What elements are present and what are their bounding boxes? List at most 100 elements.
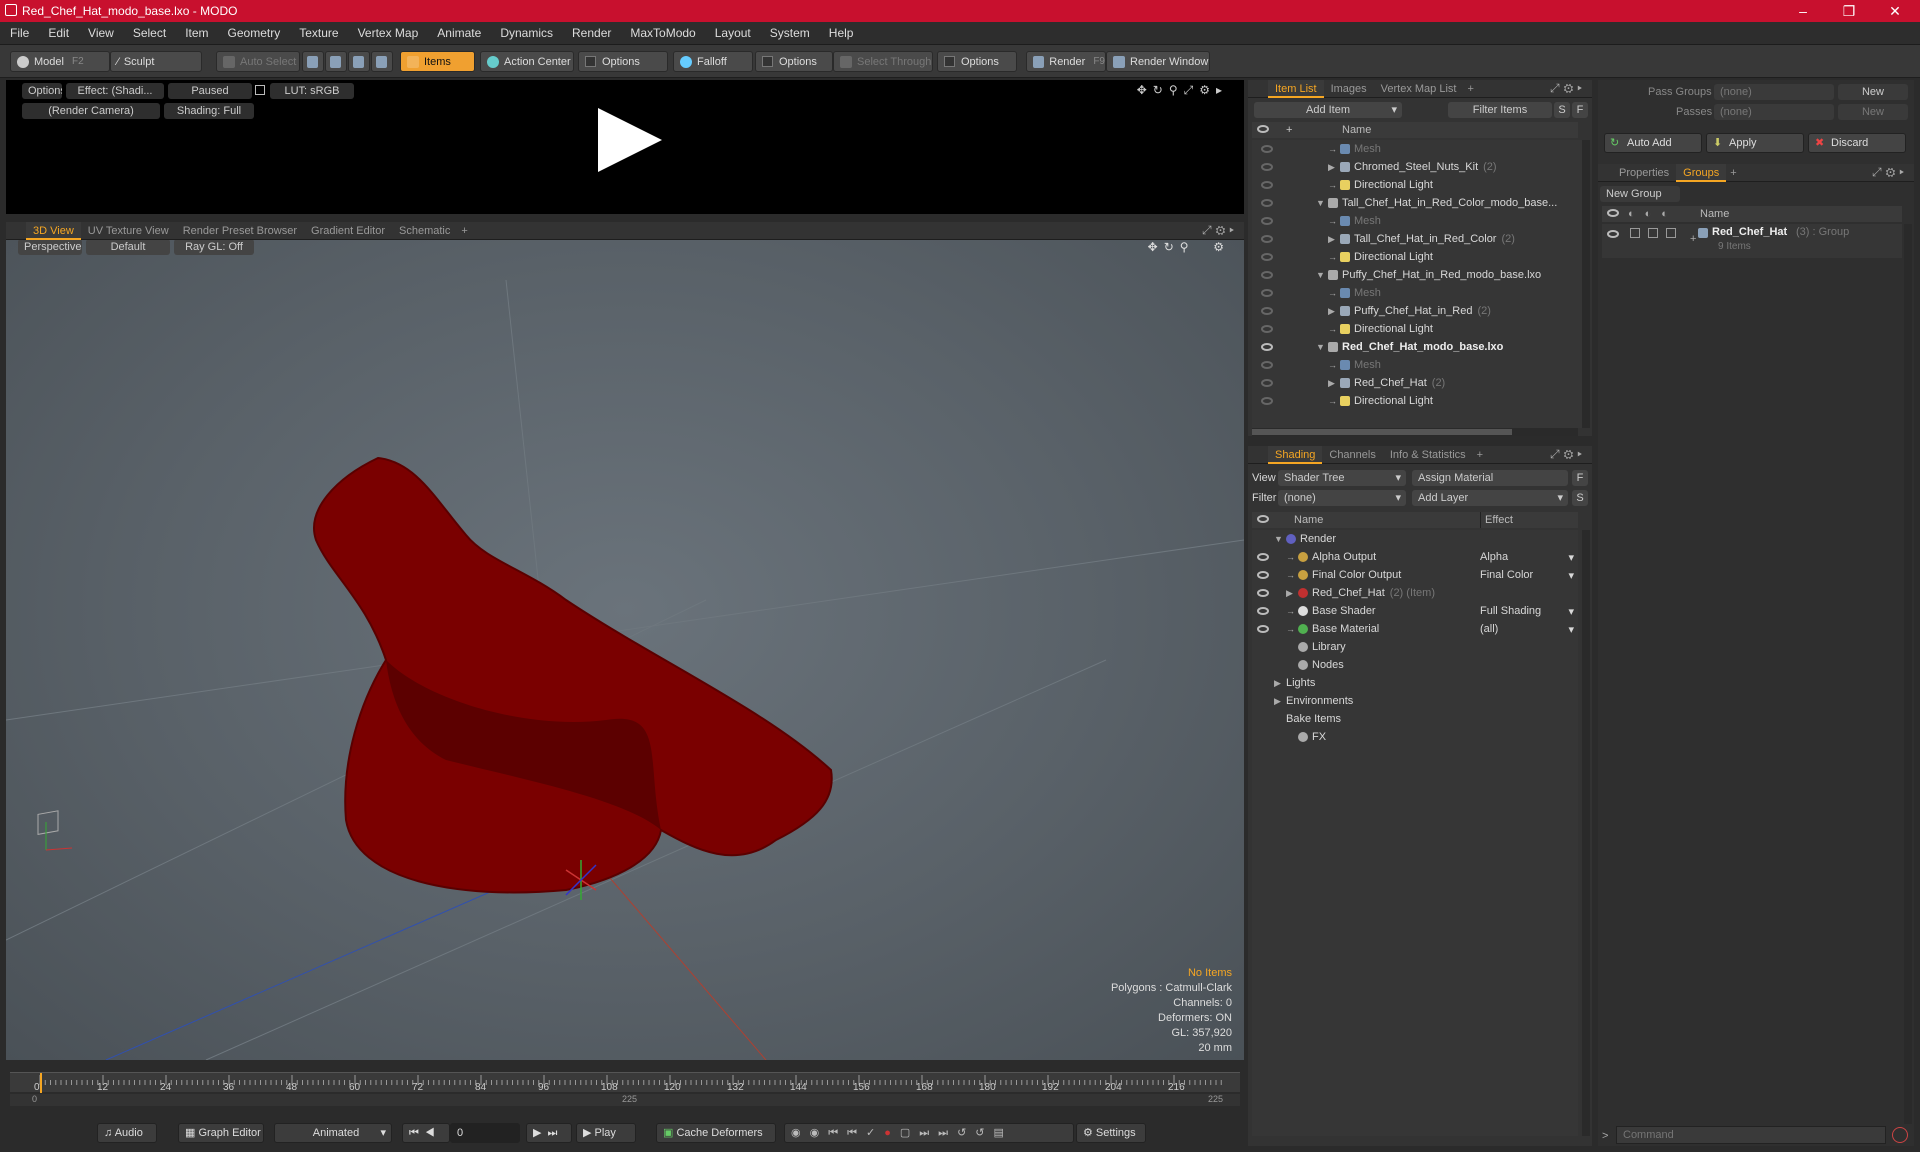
- jump-start-buttons[interactable]: ⏮◀: [402, 1123, 450, 1143]
- eye-icon[interactable]: [1261, 325, 1273, 333]
- expand-arrow-icon[interactable]: ▼: [1274, 534, 1286, 544]
- item-row[interactable]: → Mesh: [1252, 212, 1582, 230]
- new-pass-button[interactable]: New: [1838, 104, 1908, 120]
- menu-render[interactable]: Render: [572, 26, 611, 40]
- paused-button[interactable]: Paused: [168, 83, 252, 99]
- menu-animate[interactable]: Animate: [437, 26, 481, 40]
- add-item-dropdown[interactable]: Add Item ▾: [1254, 102, 1402, 118]
- eye-icon[interactable]: [1261, 397, 1273, 405]
- eye-icon[interactable]: [1257, 553, 1269, 561]
- s-button[interactable]: S: [1554, 102, 1570, 118]
- effect-dropdown[interactable]: Alpha: [1480, 551, 1578, 563]
- render-window-button[interactable]: Render Window: [1106, 51, 1210, 72]
- expand-arrow-icon[interactable]: ▶: [1328, 378, 1340, 389]
- eye-icon[interactable]: [1261, 217, 1273, 225]
- name-column-header[interactable]: Name: [1342, 122, 1371, 138]
- name-column-header[interactable]: Name: [1700, 206, 1729, 222]
- eye-icon[interactable]: [1261, 361, 1273, 369]
- eye-icon[interactable]: [1261, 163, 1273, 171]
- tab-schematic[interactable]: Schematic: [392, 222, 457, 240]
- s-button[interactable]: S: [1572, 490, 1588, 506]
- item-row[interactable]: ▼ Red_Chef_Hat_modo_base.lxo: [1252, 338, 1582, 356]
- item-row[interactable]: ▼ Puffy_Chef_Hat_in_Red_modo_base.lxo: [1252, 266, 1582, 284]
- expand-arrow-icon[interactable]: ▼: [1316, 198, 1328, 208]
- menu-layout[interactable]: Layout: [715, 26, 751, 40]
- group-row[interactable]: + Red_Chef_Hat (3) : Group 9 Items: [1602, 224, 1902, 258]
- add-tab-icon[interactable]: +: [1477, 449, 1483, 461]
- tab-shading[interactable]: Shading: [1268, 445, 1323, 464]
- auto-add-button[interactable]: ↻ Auto Add: [1604, 133, 1702, 153]
- auto-select-button[interactable]: Auto Select: [216, 51, 300, 72]
- step-forward-buttons[interactable]: ▶⏭: [526, 1123, 572, 1143]
- item-row[interactable]: → Directional Light: [1252, 248, 1582, 266]
- view-dropdown[interactable]: Shader Tree ▾: [1278, 470, 1406, 486]
- item-row[interactable]: ▶ Tall_Chef_Hat_in_Red_Color (2): [1252, 230, 1582, 248]
- expand-arrow-icon[interactable]: ▶: [1328, 306, 1340, 317]
- menu-view[interactable]: View: [88, 26, 114, 40]
- eye-icon[interactable]: [1261, 235, 1273, 243]
- eye-icon[interactable]: [1261, 289, 1273, 297]
- item-list-scrollbar[interactable]: [1582, 140, 1590, 428]
- command-input[interactable]: [1616, 1126, 1886, 1144]
- shader-scrollbar[interactable]: [1582, 530, 1590, 1136]
- expand-arrow-icon[interactable]: ▶: [1328, 234, 1340, 245]
- eye-icon[interactable]: [1261, 199, 1273, 207]
- shader-row[interactable]: → Final Color Output Final Color ▾: [1252, 566, 1578, 584]
- render-camera-dropdown[interactable]: (Render Camera): [22, 103, 160, 119]
- item-row[interactable]: → Mesh: [1252, 284, 1582, 302]
- tab-images[interactable]: Images: [1324, 80, 1374, 98]
- eye-icon[interactable]: [1257, 589, 1269, 597]
- shader-row[interactable]: ▶ Lights: [1252, 674, 1578, 692]
- effect-dropdown[interactable]: Effect: (Shadi...: [66, 83, 164, 99]
- eye-icon[interactable]: [1261, 253, 1273, 261]
- lock-icon[interactable]: [255, 85, 265, 95]
- f-button[interactable]: F: [1572, 470, 1588, 486]
- eye-icon[interactable]: [1261, 379, 1273, 387]
- eye-icon[interactable]: [1607, 230, 1619, 238]
- eye-icon[interactable]: [1257, 625, 1269, 633]
- time-cursor[interactable]: [40, 1073, 42, 1093]
- effect-dropdown[interactable]: Full Shading: [1480, 605, 1578, 617]
- animated-dropdown[interactable]: Animated ▾: [274, 1123, 392, 1143]
- item-list-hscrollbar[interactable]: [1252, 428, 1578, 436]
- item-row[interactable]: → Directional Light: [1252, 320, 1582, 338]
- discard-button[interactable]: ✖ Discard: [1808, 133, 1906, 153]
- close-icon[interactable]: ✕: [1872, 0, 1918, 22]
- falloff-button[interactable]: Falloff: [673, 51, 753, 72]
- timeline[interactable]: 0 12 24 36 48 60 72 84 96 108 120 132 144 156 168 180 19…: [6, 1066, 1244, 1110]
- eye-icon[interactable]: [1257, 571, 1269, 579]
- item-row[interactable]: → Directional Light: [1252, 392, 1582, 410]
- tab-uv-texture-view[interactable]: UV Texture View: [81, 222, 176, 240]
- menu-maxtomodo[interactable]: MaxToModo: [630, 26, 695, 40]
- menu-item[interactable]: Item: [185, 26, 208, 40]
- key-tools-buttons[interactable]: ◉◉⏮⏮✓●▢⏭⏭↺↺▤: [784, 1123, 1074, 1143]
- add-layer-dropdown[interactable]: Add Layer ▾: [1412, 490, 1568, 506]
- action-center-options-button[interactable]: Options: [578, 51, 668, 72]
- play-button[interactable]: ▶ Play: [576, 1123, 636, 1143]
- tab-channels[interactable]: Channels: [1322, 446, 1382, 464]
- new-pass-group-button[interactable]: New: [1838, 84, 1908, 100]
- shader-row[interactable]: ▶ Red_Chef_Hat (2) (Item): [1252, 584, 1578, 602]
- add-tab-icon[interactable]: +: [1730, 167, 1736, 179]
- pass-groups-dropdown[interactable]: (none): [1714, 84, 1834, 100]
- add-tab-icon[interactable]: +: [461, 225, 467, 237]
- effect-dropdown[interactable]: Final Color: [1480, 569, 1578, 581]
- model-mode-button[interactable]: Model F2: [10, 51, 110, 72]
- shader-row[interactable]: Library: [1252, 638, 1578, 656]
- timeline-ruler[interactable]: 0 12 24 36 48 60 72 84 96 108 120 132 144 156 168 180 19…: [10, 1072, 1240, 1093]
- name-column-header[interactable]: Name: [1294, 512, 1323, 528]
- effect-dropdown[interactable]: (all): [1480, 623, 1578, 635]
- perspective-dropdown[interactable]: Perspective: [18, 240, 82, 255]
- shader-row[interactable]: → Base Material (all) ▾: [1252, 620, 1578, 638]
- menu-vertex-map[interactable]: Vertex Map: [358, 26, 419, 40]
- items-mode-button[interactable]: Items: [400, 51, 475, 72]
- shader-row[interactable]: → Alpha Output Alpha ▾: [1252, 548, 1578, 566]
- tab-3d-view[interactable]: 3D View: [26, 221, 81, 240]
- tab-item-list[interactable]: Item List: [1268, 79, 1324, 98]
- edge-select-button[interactable]: [325, 51, 347, 72]
- sculpt-mode-button[interactable]: ⁄ Sculpt: [110, 51, 202, 72]
- select-flag-icon[interactable]: [1666, 228, 1676, 238]
- audio-button[interactable]: ♫ Audio: [97, 1123, 157, 1143]
- viewport-nav-icons[interactable]: ✥↻⚲ ⚙: [1148, 240, 1230, 254]
- range-bar[interactable]: 0 225 225: [10, 1094, 1240, 1106]
